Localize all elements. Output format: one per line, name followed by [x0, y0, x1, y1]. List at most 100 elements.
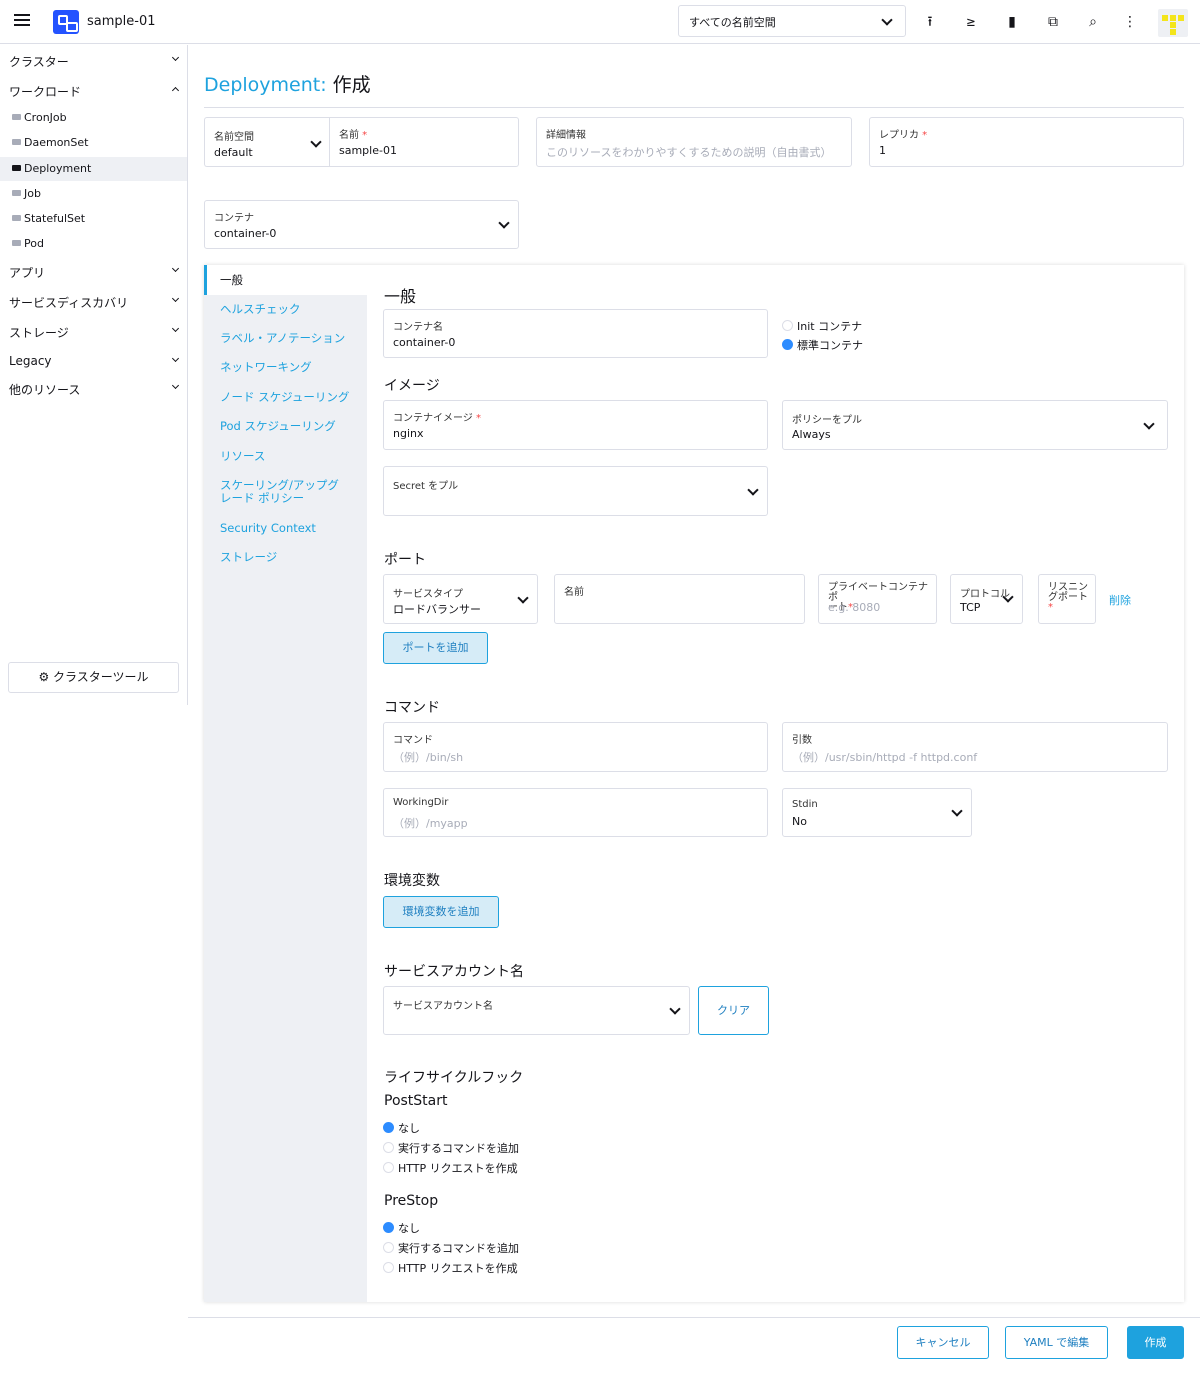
section-heading-lifecycle: ライフサイクルフック [384, 1070, 524, 1086]
chevron-down-icon [881, 14, 893, 26]
protocol-select[interactable]: プロトコル TCP [950, 574, 1023, 624]
tab-security-context[interactable]: Security Context [220, 522, 316, 535]
tab-pod-scheduling[interactable]: Pod スケジューリング [220, 420, 336, 433]
add-env-var-button[interactable]: 環境変数を追加 [383, 896, 499, 928]
container-image-field[interactable]: コンテナイメージ * nginx [383, 400, 768, 450]
sidebar-item-cronjob[interactable]: CronJob [0, 106, 187, 130]
folder-icon [12, 114, 21, 120]
listening-port-field[interactable]: リスニン グポート * [1038, 574, 1096, 624]
namespace-select[interactable]: 名前空間 default [204, 117, 330, 167]
sidebar-item-deployment[interactable]: Deployment [0, 157, 187, 181]
tab-networking[interactable]: ネットワーキング [220, 361, 312, 374]
working-dir-field[interactable]: WorkingDir （例）/myapp [383, 788, 768, 837]
args-field[interactable]: 引数 （例）/usr/sbin/httpd -f httpd.conf [782, 722, 1168, 772]
replicas-field[interactable]: レプリカ * 1 [869, 117, 1184, 167]
top-header: sample-01 すべての名前空間 ⭱ ≥ ▮ ⧉ ⌕ ⋮ [0, 0, 1200, 44]
folder-icon [12, 165, 21, 171]
kubectl-shell-icon[interactable]: ≥ [961, 12, 981, 32]
sidebar-item-job[interactable]: Job [0, 182, 187, 206]
tab-scaling-upgrade-policy[interactable]: スケーリング/アップグ レード ポリシー [220, 479, 339, 505]
remove-port-link[interactable]: 削除 [1109, 592, 1131, 608]
divider [188, 1317, 1200, 1318]
chevron-down-icon [951, 805, 963, 817]
section-heading-command: コマンド [384, 700, 440, 716]
menu-icon[interactable] [14, 14, 30, 28]
pull-policy-select[interactable]: ポリシーをプル Always [782, 400, 1168, 450]
sidebar-group-service-discovery[interactable]: サービスディスカバリ [9, 294, 128, 311]
radio-init-container[interactable]: Init コンテナ [782, 318, 862, 334]
cluster-name: sample-01 [87, 14, 156, 29]
container-select[interactable]: コンテナ container-0 [204, 200, 519, 249]
user-avatar[interactable] [1158, 9, 1188, 37]
chevron-down-icon [171, 324, 180, 333]
page-title-action: 作成 [332, 74, 371, 96]
radio-poststart-http[interactable]: HTTP リクエストを作成 [383, 1160, 518, 1176]
sidebar: クラスター ワークロード CronJob DaemonSet Deploymen… [0, 45, 188, 705]
edit-yaml-button[interactable]: YAML で編集 [1005, 1326, 1108, 1359]
sidebar-group-apps[interactable]: アプリ [9, 264, 45, 281]
folder-icon [12, 240, 21, 246]
private-container-port-field[interactable]: プライベートコンテナポ ート* e.g. 8080 [818, 574, 937, 624]
sidebar-item-pod[interactable]: Pod [0, 232, 187, 256]
add-port-button[interactable]: ポートを追加 [383, 632, 488, 664]
clear-service-account-button[interactable]: クリア [698, 986, 769, 1035]
chevron-down-icon [747, 484, 759, 496]
folder-icon [12, 215, 21, 221]
chevron-down-icon [171, 381, 180, 390]
command-field[interactable]: コマンド （例）/bin/sh [383, 722, 768, 772]
sidebar-group-cluster[interactable]: クラスター [9, 53, 69, 70]
cluster-logo-icon [53, 10, 79, 34]
create-button[interactable]: 作成 [1127, 1326, 1184, 1359]
section-heading-ports: ポート [384, 552, 426, 568]
radio-prestop-none[interactable]: なし [383, 1220, 420, 1236]
page-title-resource-type[interactable]: Deployment: [204, 74, 327, 96]
sidebar-group-more-resources[interactable]: 他のリソース [9, 381, 80, 398]
cancel-button[interactable]: キャンセル [897, 1326, 989, 1359]
tab-health-check[interactable]: ヘルスチェック [220, 303, 301, 316]
port-name-field[interactable]: 名前 [554, 574, 805, 624]
import-yaml-icon[interactable]: ⭱ [920, 12, 940, 32]
tab-general[interactable]: 一般 [220, 274, 243, 287]
gear-icon: ⚙ [38, 670, 50, 684]
radio-poststart-none[interactable]: なし [383, 1120, 420, 1136]
sidebar-group-workload[interactable]: ワークロード [9, 83, 81, 100]
copy-config-icon[interactable]: ⧉ [1043, 12, 1063, 32]
chevron-down-icon [171, 264, 180, 273]
service-type-select[interactable]: サービスタイプ ロードバランサー [383, 574, 538, 624]
cluster-tools-button[interactable]: ⚙ クラスターツール [8, 662, 179, 693]
kubeconfig-file-icon[interactable]: ▮ [1002, 12, 1022, 32]
chevron-down-icon [171, 294, 180, 303]
tab-labels-annotations[interactable]: ラベル・アノテーション [220, 332, 345, 345]
name-field[interactable]: 名前 * sample-01 [329, 117, 519, 167]
service-account-select[interactable]: サービスアカウント名 [383, 986, 690, 1035]
chevron-down-icon [310, 136, 322, 148]
radio-prestop-command[interactable]: 実行するコマンドを追加 [383, 1240, 519, 1256]
subheading-prestop: PreStop [384, 1193, 439, 1209]
pull-secret-select[interactable]: Secret をプル [383, 466, 768, 516]
sidebar-group-legacy[interactable]: Legacy [9, 354, 52, 368]
sidebar-item-daemonset[interactable]: DaemonSet [0, 131, 187, 155]
section-heading-image: イメージ [384, 378, 440, 394]
container-name-field[interactable]: コンテナ名 container-0 [383, 309, 768, 358]
page-title: Deployment: 作成 [204, 70, 371, 97]
radio-prestop-http[interactable]: HTTP リクエストを作成 [383, 1260, 518, 1276]
radio-poststart-command[interactable]: 実行するコマンドを追加 [383, 1140, 519, 1156]
sidebar-group-storage[interactable]: ストレージ [9, 324, 69, 341]
folder-icon [12, 139, 21, 145]
stdin-select[interactable]: Stdin No [782, 788, 972, 837]
chevron-down-icon [498, 217, 510, 229]
tab-list: 一般 ヘルスチェック ラベル・アノテーション ネットワーキング ノード スケジュ… [204, 265, 367, 1302]
search-icon[interactable]: ⌕ [1083, 12, 1103, 32]
namespace-select[interactable]: すべての名前空間 [678, 5, 906, 37]
sidebar-item-statefulset[interactable]: StatefulSet [0, 207, 187, 231]
chevron-down-icon [1143, 418, 1155, 430]
chevron-up-icon [171, 86, 180, 95]
folder-icon [12, 190, 21, 196]
tab-node-scheduling[interactable]: ノード スケジューリング [220, 391, 349, 404]
more-options-icon[interactable]: ⋮ [1120, 12, 1140, 32]
radio-standard-container[interactable]: 標準コンテナ [782, 337, 863, 353]
section-heading-service-account: サービスアカウント名 [384, 964, 524, 980]
tab-resources[interactable]: リソース [220, 450, 265, 463]
description-field[interactable]: 詳細情報 このリソースをわかりやすくするための説明（自由書式） [536, 117, 852, 167]
tab-storage[interactable]: ストレージ [220, 551, 277, 564]
